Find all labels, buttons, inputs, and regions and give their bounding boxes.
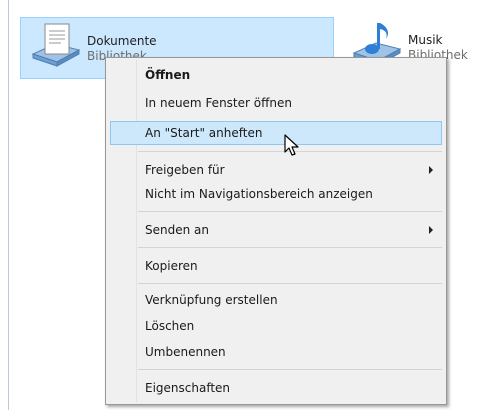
- menu-item-send-to[interactable]: Senden an: [110, 218, 442, 242]
- menu-item-properties[interactable]: Eigenschaften: [110, 376, 442, 400]
- library-name: Dokumente: [87, 34, 157, 48]
- menu-item-open-new-window[interactable]: In neuem Fenster öffnen: [110, 91, 442, 115]
- menu-separator: [138, 283, 442, 284]
- menu-separator: [138, 247, 442, 248]
- submenu-arrow-icon: [429, 226, 433, 234]
- menu-item-delete[interactable]: Löschen: [110, 314, 442, 338]
- menu-item-pin-to-start[interactable]: An "Start" anheften: [110, 121, 442, 145]
- menu-item-copy[interactable]: Kopieren: [110, 254, 442, 278]
- menu-separator: [138, 211, 442, 212]
- menu-item-share-with[interactable]: Freigeben für: [110, 158, 442, 182]
- documents-library-icon: [31, 23, 81, 67]
- menu-separator: [138, 369, 442, 370]
- menu-item-label: Freigeben für: [145, 163, 225, 177]
- menu-item-hide-from-navigation[interactable]: Nicht im Navigationsbereich anzeigen: [110, 182, 442, 206]
- menu-item-open[interactable]: Öffnen: [110, 63, 442, 87]
- menu-item-label: Senden an: [145, 223, 209, 237]
- context-menu: Öffnen In neuem Fenster öffnen An "Start…: [105, 57, 447, 405]
- menu-item-rename[interactable]: Umbenennen: [110, 340, 442, 364]
- submenu-arrow-icon: [429, 166, 433, 174]
- mouse-cursor-icon: [284, 134, 299, 156]
- menu-item-create-shortcut[interactable]: Verknüpfung erstellen: [110, 288, 442, 312]
- library-name: Musik: [408, 33, 443, 47]
